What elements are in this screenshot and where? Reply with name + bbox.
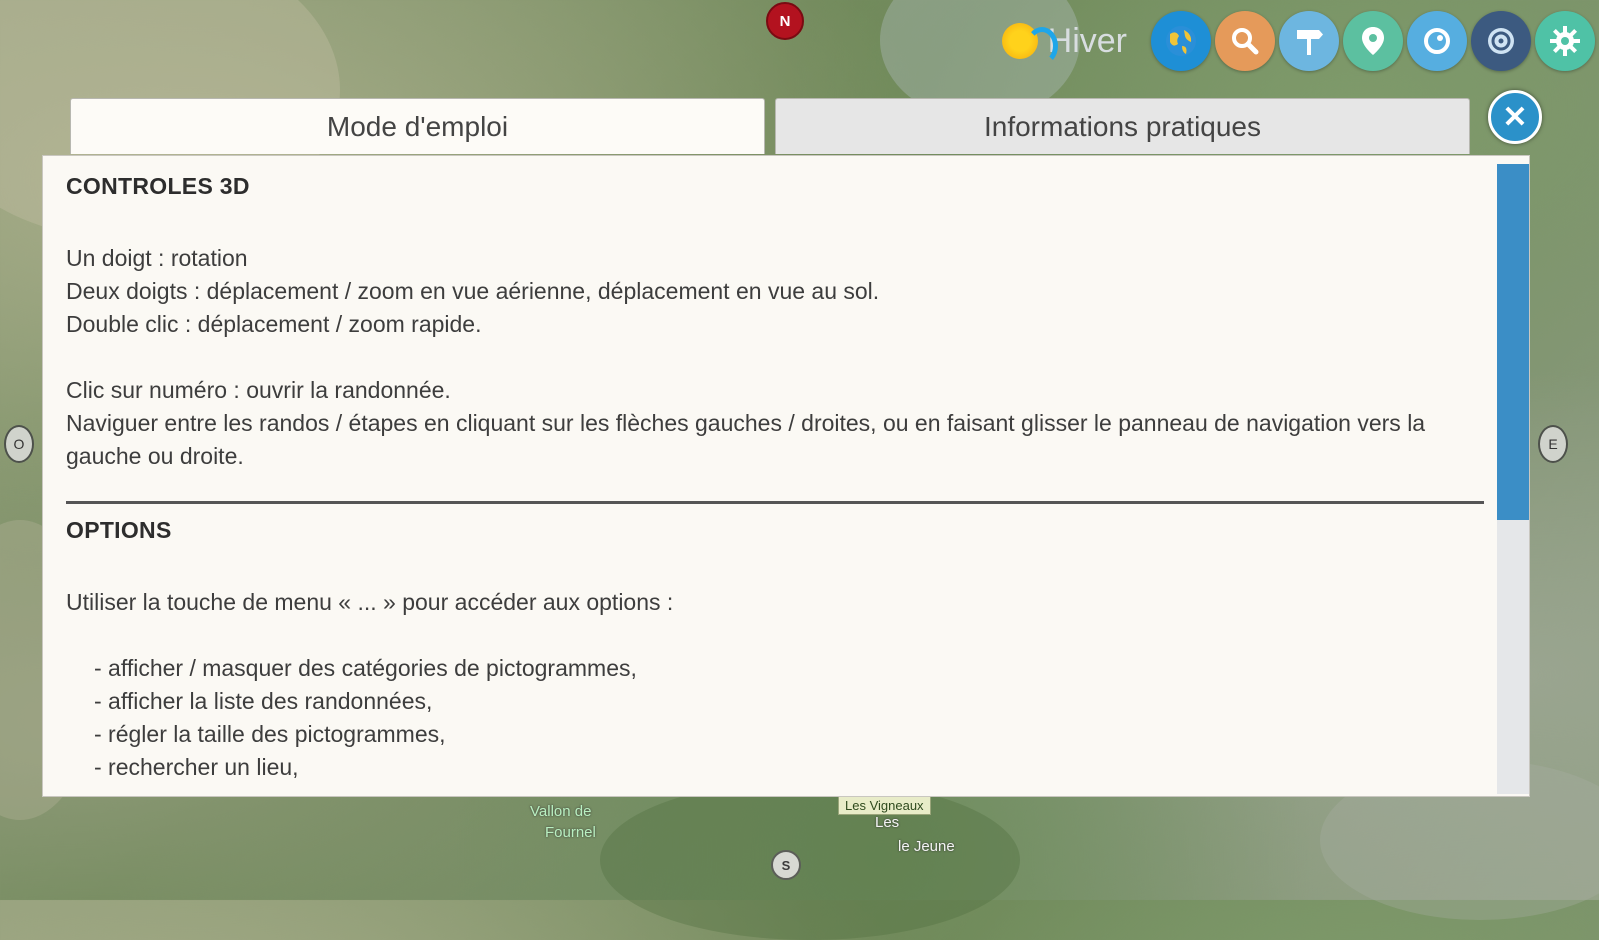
scrollbar-track[interactable] bbox=[1497, 164, 1529, 794]
west-marker[interactable]: O bbox=[4, 425, 34, 463]
signpost-button[interactable] bbox=[1279, 11, 1339, 71]
scrollbar-thumb[interactable] bbox=[1497, 164, 1529, 520]
tab-mode-emploi[interactable]: Mode d'emploi bbox=[70, 98, 765, 154]
south-marker[interactable]: S bbox=[771, 850, 801, 880]
settings-button[interactable] bbox=[1535, 11, 1595, 71]
location-button[interactable] bbox=[1343, 11, 1403, 71]
option-bullet: - régler la taille des pictogrammes, bbox=[94, 721, 446, 747]
map-place-label: Vallon de bbox=[530, 803, 592, 820]
help-line: Double clic : déplacement / zoom rapide. bbox=[66, 311, 482, 337]
option-bullet: - rechercher un lieu, bbox=[94, 754, 299, 780]
close-button[interactable]: ✕ bbox=[1488, 90, 1542, 144]
dialog-tabs: Mode d'emploi Informations pratiques bbox=[70, 98, 1470, 154]
north-marker[interactable]: N bbox=[766, 2, 804, 40]
signpost-icon bbox=[1297, 30, 1323, 55]
help-content: CONTROLES 3D Un doigt : rotation Deux do… bbox=[66, 170, 1484, 784]
map-place-label: Les bbox=[875, 814, 900, 831]
help-line: Un doigt : rotation bbox=[66, 245, 248, 271]
season-label: Hiver bbox=[1047, 21, 1127, 60]
search-button[interactable] bbox=[1215, 11, 1275, 71]
map-terrain bbox=[600, 780, 1020, 940]
season-toggle[interactable]: Hiver bbox=[1001, 21, 1127, 65]
target-button[interactable] bbox=[1471, 11, 1531, 71]
help-line: Utiliser la touche de menu « ... » pour … bbox=[66, 589, 674, 615]
globe-icon bbox=[1166, 26, 1196, 56]
option-bullet: - afficher / masquer des catégories de p… bbox=[94, 655, 637, 681]
help-line: Deux doigts : déplacement / zoom en vue … bbox=[66, 278, 880, 304]
option-bullet: - afficher la liste des randonnées, bbox=[94, 688, 433, 714]
map-place-label: Fournel bbox=[545, 824, 596, 841]
search-icon bbox=[1232, 28, 1259, 55]
section-divider bbox=[66, 501, 1484, 504]
help-line: Naviguer entre les randos / étapes en cl… bbox=[66, 410, 1426, 469]
globe-button[interactable] bbox=[1151, 11, 1211, 71]
help-panel[interactable]: CONTROLES 3D Un doigt : rotation Deux do… bbox=[42, 155, 1530, 797]
tab-informations-pratiques[interactable]: Informations pratiques bbox=[775, 98, 1470, 154]
east-marker[interactable]: E bbox=[1538, 425, 1568, 463]
map-place-label: le Jeune bbox=[898, 838, 955, 855]
gear-icon bbox=[1550, 26, 1580, 56]
close-icon: ✕ bbox=[1502, 100, 1528, 134]
target-icon bbox=[1488, 28, 1514, 54]
map-place-label: Les Vigneaux bbox=[838, 796, 931, 815]
compass-button[interactable] bbox=[1407, 11, 1467, 71]
section-heading: CONTROLES 3D bbox=[66, 173, 250, 199]
help-line: Clic sur numéro : ouvrir la randonnée. bbox=[66, 377, 451, 403]
location-pin-icon bbox=[1362, 27, 1384, 55]
section-heading: OPTIONS bbox=[66, 517, 172, 543]
sun-snow-icon bbox=[1001, 23, 1058, 65]
top-toolbar: Hiver bbox=[1001, 6, 1595, 76]
compass-icon bbox=[1424, 28, 1450, 54]
